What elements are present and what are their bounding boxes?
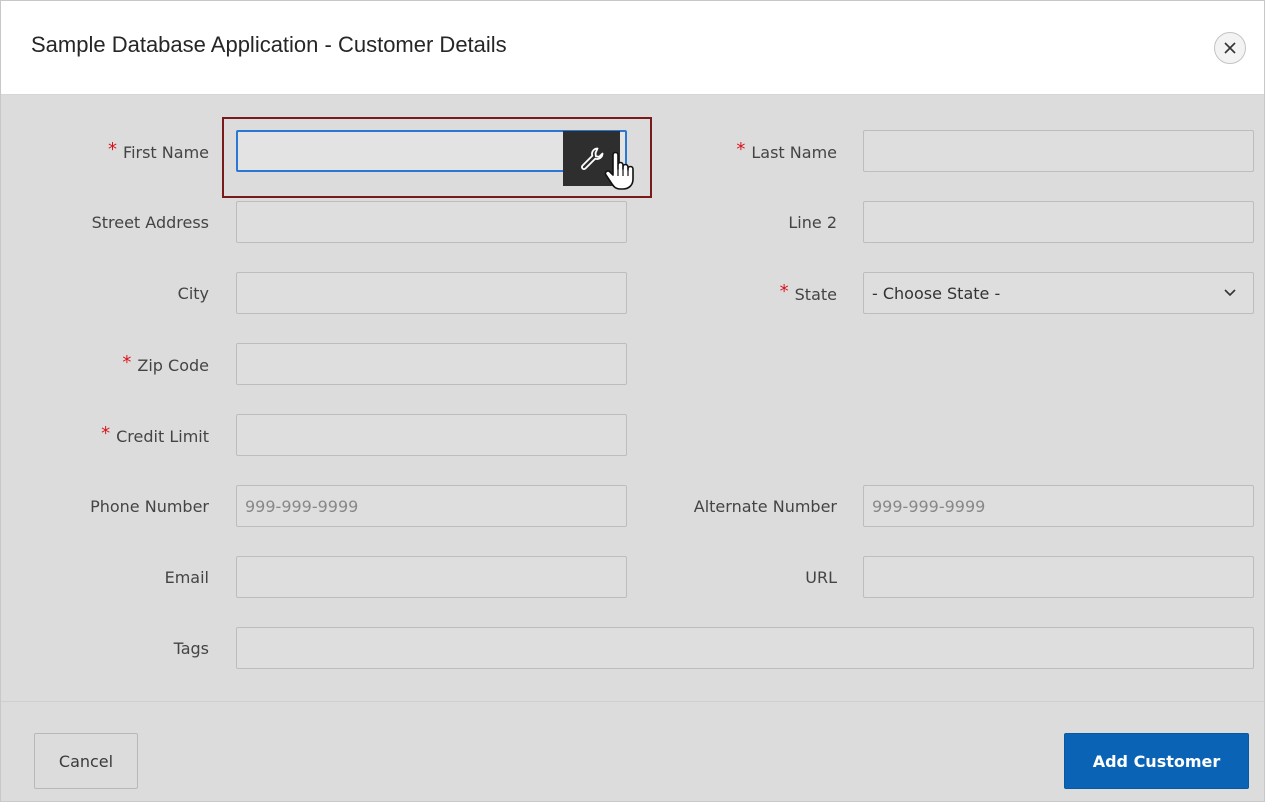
credit-limit-label: * Credit Limit [101, 423, 209, 447]
zip-code-label: * Zip Code [122, 352, 209, 376]
required-marker: * [779, 281, 789, 302]
required-marker: * [101, 423, 111, 444]
close-icon [1224, 42, 1236, 54]
state-label-text: State [794, 285, 837, 304]
url-input[interactable] [863, 556, 1254, 598]
city-input[interactable] [236, 272, 627, 314]
hand-pointer-icon [604, 151, 634, 190]
chevron-down-icon [1224, 289, 1236, 297]
dialog-title: Sample Database Application - Customer D… [31, 32, 507, 57]
state-label: * State [779, 281, 837, 305]
url-label: URL [805, 568, 837, 587]
cancel-button[interactable]: Cancel [34, 733, 138, 789]
close-button[interactable] [1214, 32, 1246, 64]
email-input[interactable] [236, 556, 627, 598]
credit-limit-label-text: Credit Limit [116, 427, 209, 446]
city-label: City [177, 284, 209, 303]
zip-code-input[interactable] [236, 343, 627, 385]
line2-input[interactable] [863, 201, 1254, 243]
footer-divider [1, 701, 1264, 702]
alternate-number-input[interactable] [863, 485, 1254, 527]
required-marker: * [736, 139, 746, 160]
required-marker: * [122, 352, 132, 373]
first-name-label-text: First Name [123, 143, 209, 162]
state-select[interactable]: - Choose State - [863, 272, 1254, 314]
dialog-titlebar: Sample Database Application - Customer D… [1, 1, 1264, 95]
credit-limit-input[interactable] [236, 414, 627, 456]
phone-number-label: Phone Number [90, 497, 209, 516]
last-name-label-text: Last Name [751, 143, 837, 162]
street-address-label: Street Address [91, 213, 209, 232]
state-selected-value: - Choose State - [872, 283, 1001, 303]
phone-number-input[interactable] [236, 485, 627, 527]
last-name-label: * Last Name [736, 139, 837, 163]
tags-input[interactable] [236, 627, 1254, 669]
add-customer-button[interactable]: Add Customer [1064, 733, 1249, 789]
tags-label: Tags [173, 639, 209, 658]
zip-code-label-text: Zip Code [137, 356, 209, 375]
alternate-number-label: Alternate Number [693, 497, 837, 516]
street-address-input[interactable] [236, 201, 627, 243]
last-name-input[interactable] [863, 130, 1254, 172]
required-marker: * [108, 139, 118, 160]
first-name-label: * First Name [108, 139, 209, 163]
line2-label: Line 2 [788, 213, 837, 232]
customer-details-dialog: Sample Database Application - Customer D… [0, 0, 1265, 802]
email-label: Email [164, 568, 209, 587]
